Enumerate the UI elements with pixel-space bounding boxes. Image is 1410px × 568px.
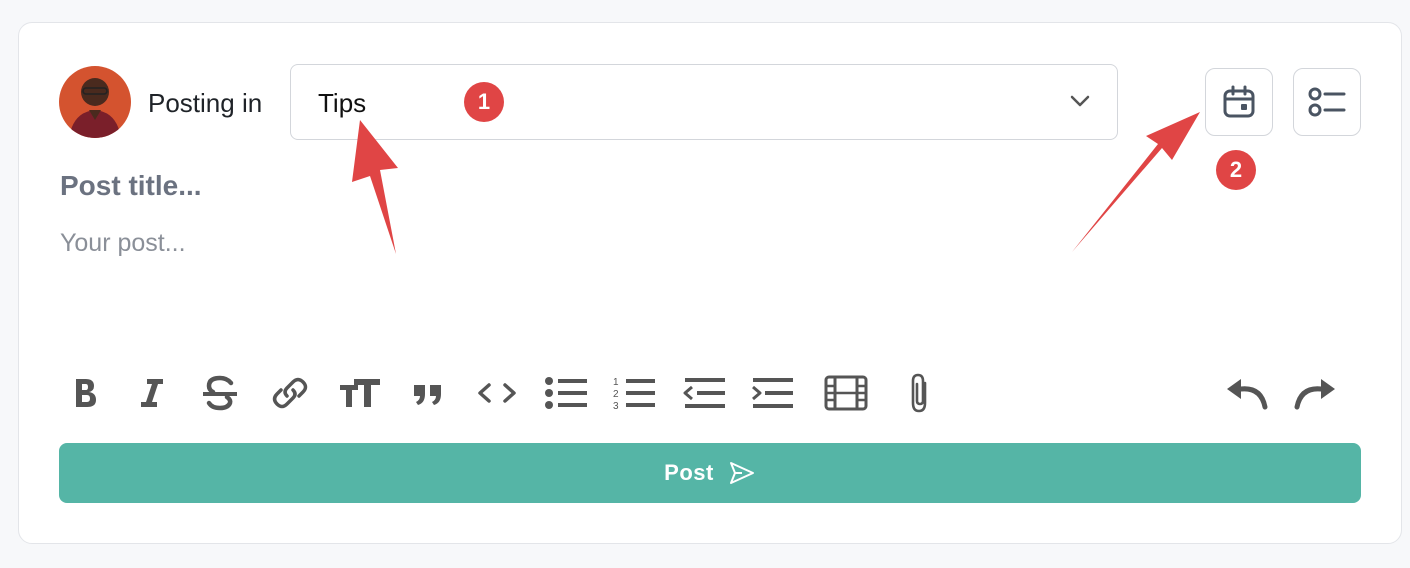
quote-icon <box>414 385 441 405</box>
numbered-list-icon: 1 2 3 <box>613 377 655 411</box>
code-button[interactable] <box>475 370 519 416</box>
link-button[interactable] <box>268 370 312 416</box>
attachment-icon <box>911 373 927 413</box>
undo-button[interactable] <box>1222 370 1270 416</box>
bullet-list-icon <box>545 377 587 409</box>
post-settings-button[interactable] <box>1293 68 1361 136</box>
space-select[interactable]: Tips <box>290 64 1118 140</box>
svg-text:2: 2 <box>613 389 619 400</box>
checklist-icon <box>1308 87 1346 117</box>
redo-button[interactable] <box>1292 370 1340 416</box>
redo-icon <box>1294 379 1335 410</box>
text-size-button[interactable] <box>338 370 382 416</box>
attachment-button[interactable] <box>900 370 940 416</box>
video-icon <box>824 375 868 411</box>
outdent-icon <box>683 378 725 408</box>
post-button[interactable]: Post <box>59 443 1361 503</box>
indent-button[interactable] <box>748 370 796 416</box>
schedule-post-button[interactable] <box>1205 68 1273 136</box>
post-body-input[interactable]: Your post... <box>60 228 186 258</box>
svg-text:3: 3 <box>613 401 619 411</box>
posting-in-label: Posting in <box>148 88 263 118</box>
annotation-badge-2: 2 <box>1216 150 1256 190</box>
space-select-value: Tips <box>318 88 367 118</box>
svg-text:1: 1 <box>613 377 619 388</box>
bold-button[interactable] <box>66 370 104 416</box>
quote-button[interactable] <box>408 370 448 416</box>
post-title-input[interactable]: Post title... <box>60 170 202 202</box>
numbered-list-button[interactable]: 1 2 3 <box>610 370 658 416</box>
strikethrough-icon <box>203 375 237 411</box>
annotation-badge-1: 1 <box>464 82 504 122</box>
chevron-down-icon <box>1070 95 1090 107</box>
send-icon <box>729 462 754 484</box>
italic-button[interactable] <box>133 370 171 416</box>
post-button-label: Post <box>664 460 714 485</box>
avatar <box>59 66 131 138</box>
indent-icon <box>752 378 793 408</box>
strikethrough-button[interactable] <box>198 370 242 416</box>
calendar-icon <box>1223 85 1255 118</box>
text-size-icon <box>340 379 380 407</box>
outdent-button[interactable] <box>680 370 728 416</box>
undo-icon <box>1227 379 1268 410</box>
code-icon <box>478 383 516 403</box>
link-icon <box>272 377 308 409</box>
italic-icon <box>141 379 163 407</box>
bullet-list-button[interactable] <box>542 370 590 416</box>
video-button[interactable] <box>822 370 870 416</box>
bold-icon <box>76 379 96 407</box>
